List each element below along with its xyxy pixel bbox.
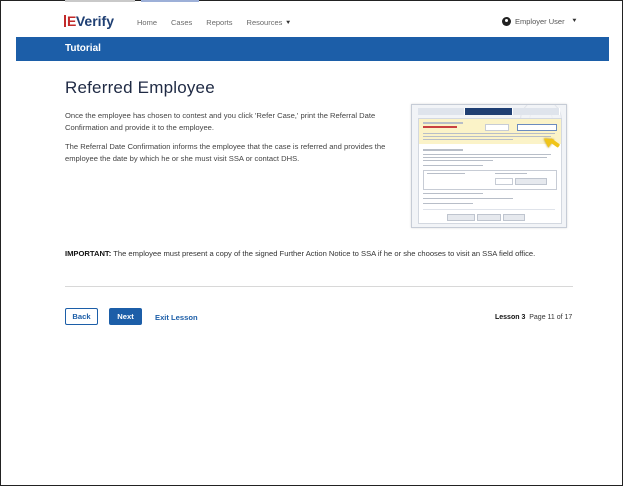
nav-link-cases[interactable]: Cases: [171, 18, 192, 28]
cropped-header-strip: [65, 0, 265, 3]
user-name: Employer User: [515, 17, 565, 26]
chevron-down-icon: ⯆: [285, 20, 292, 27]
important-note: IMPORTANT: The employee must present a c…: [65, 249, 535, 258]
paragraph-referral-info: The Referral Date Confirmation informs t…: [65, 142, 386, 163]
page-title: Referred Employee: [65, 78, 215, 97]
screenshot-highlight-panel: [419, 119, 561, 144]
back-button[interactable]: Back: [65, 308, 98, 325]
page-counter: Page 11 of 17: [529, 314, 573, 321]
nav-link-home[interactable]: Home: [137, 18, 157, 28]
logo-mark-icon: [64, 15, 66, 27]
everify-logo[interactable]: E Verify: [64, 13, 114, 29]
important-label: IMPORTANT:: [65, 249, 112, 258]
referral-confirmation-screenshot: [411, 104, 567, 228]
chevron-down-icon: ⯆: [571, 17, 578, 25]
important-text: The employee must present a copy of the …: [111, 249, 536, 258]
nav-link-resources[interactable]: Resources ⯆: [247, 18, 291, 28]
exit-lesson-link[interactable]: Exit Lesson: [155, 313, 198, 322]
tutorial-banner: Tutorial: [16, 37, 609, 61]
screenshot-tab-active: [465, 108, 513, 115]
paragraph-instructions: Once the employee has chosen to contest …: [65, 111, 376, 132]
footer-divider: [65, 286, 573, 287]
banner-title: Tutorial: [65, 43, 101, 54]
lesson-number: Lesson 3: [495, 314, 526, 321]
next-button[interactable]: Next: [109, 308, 142, 325]
nav-links: Home Cases Reports Resources ⯆: [137, 18, 291, 28]
window-frame: [0, 0, 623, 486]
logo-e: E: [67, 13, 76, 29]
screenshot-tab: [512, 108, 560, 115]
user-icon: [502, 17, 511, 26]
screenshot-tab: [418, 108, 466, 115]
screenshot-content: [418, 118, 562, 224]
lesson-progress: Lesson 3 Page 11 of 17: [495, 314, 572, 321]
user-menu[interactable]: Employer User ⯆: [502, 17, 577, 26]
nav-link-resources-label: Resources: [246, 18, 283, 27]
nav-link-reports[interactable]: Reports: [206, 18, 232, 28]
logo-verify: Verify: [75, 13, 114, 29]
top-navigation: E Verify Home Cases Reports Resources ⯆ E…: [16, 10, 609, 36]
screenshot-step-tabs: [418, 108, 560, 115]
